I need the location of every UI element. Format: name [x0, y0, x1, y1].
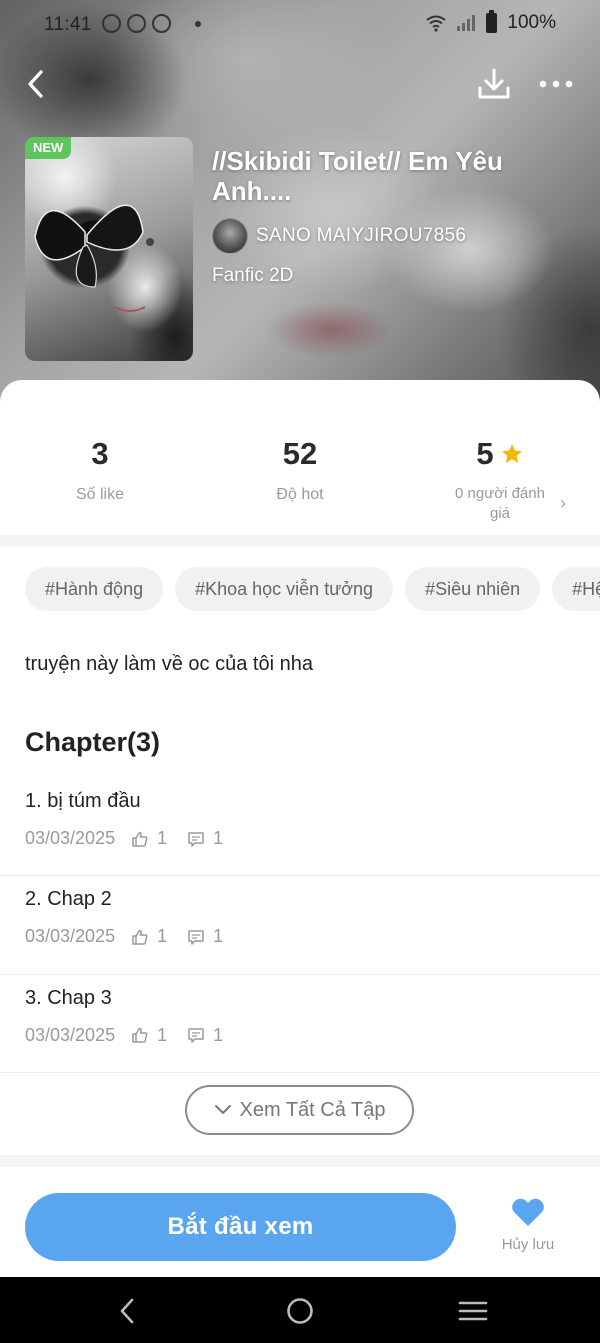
- chapter-like-count: 1: [157, 926, 168, 947]
- chevron-left-icon: [28, 70, 43, 98]
- book-title: //Skibidi Toilet// Em Yêu Anh....: [212, 146, 503, 206]
- signal-icon: [457, 15, 476, 31]
- tag-chip[interactable]: #Hệ thống: [552, 567, 600, 611]
- likes-label: Số like: [75, 486, 125, 503]
- unsave-label: Hủy lưu: [501, 1236, 555, 1253]
- messenger-chat-icon-2: [127, 14, 146, 33]
- star-icon: [501, 444, 522, 463]
- tag-chip[interactable]: #Siêu nhiên: [405, 567, 541, 611]
- chapter-comment-count: 1: [213, 926, 224, 947]
- new-badge: NEW: [25, 137, 72, 159]
- nav-home-icon: [287, 1298, 313, 1324]
- download-button[interactable]: [474, 64, 514, 104]
- download-icon: [478, 68, 510, 99]
- book-genre: Fanfic 2D: [212, 265, 294, 286]
- thumbs-up-icon: [132, 1027, 148, 1043]
- chapter-date: 03/03/2025: [25, 1024, 116, 1045]
- chevron-down-icon: [214, 1105, 231, 1114]
- system-navigation-bar: [0, 1277, 600, 1343]
- tag-chip[interactable]: #Hành động: [25, 567, 164, 611]
- nav-back-button[interactable]: [107, 1291, 147, 1331]
- chapter-comment-count: 1: [213, 828, 224, 848]
- chapter-comment-count: 1: [213, 1024, 224, 1045]
- chapter-title: 2. Chap 2: [25, 888, 112, 911]
- tag-list: #Hành động #Khoa học viễn tưởng #Siêu nh…: [25, 567, 600, 611]
- rating-count-label: 0 người đánh giá: [455, 485, 545, 522]
- comment-icon: [188, 1028, 204, 1043]
- thumbs-up-icon: [132, 831, 148, 847]
- wifi-icon: [426, 15, 447, 32]
- rating-value: 5: [476, 436, 494, 471]
- chapter-date: 03/03/2025: [25, 828, 116, 848]
- unsave-button[interactable]: Hủy lưu: [484, 1197, 572, 1261]
- bottom-action-bar: Bắt đầu xem Hủy lưu: [0, 1177, 600, 1277]
- status-right: 100%: [426, 10, 556, 34]
- top-toolbar: [0, 58, 600, 110]
- stat-hot: 52 Độ hot: [200, 436, 400, 504]
- chapter-meta: 03/03/2025 1 1: [25, 1025, 223, 1046]
- see-all-label: Xem Tất Cả Tập: [239, 1098, 386, 1121]
- comment-icon: [188, 831, 204, 847]
- stat-likes: 3 Số like: [0, 436, 200, 504]
- author-avatar: [212, 218, 248, 254]
- stats-row: 3 Số like 52 Độ hot 5 0 người đánh giá ›: [0, 380, 600, 535]
- chapter-list: 1. bị túm đầu 03/03/2025 1 1 2. Chap 2 0…: [0, 778, 600, 1073]
- detail-card: 3 Số like 52 Độ hot 5 0 người đánh giá ›…: [0, 380, 600, 1343]
- more-horizontal-icon: [539, 80, 573, 88]
- author-link[interactable]: SANO MAIYJIROU7856: [212, 218, 466, 254]
- more-notifications-dot-icon: [195, 20, 201, 27]
- comment-icon: [188, 930, 204, 945]
- heart-icon: [512, 1198, 544, 1226]
- rating-value-row: 5: [476, 436, 523, 472]
- nav-home-button[interactable]: [280, 1291, 320, 1331]
- hot-label: Độ hot: [276, 486, 324, 503]
- status-time: 11:41: [44, 14, 92, 35]
- start-reading-button[interactable]: Bắt đầu xem: [25, 1193, 456, 1261]
- chevron-right-icon: ›: [560, 493, 566, 513]
- book-cover-image[interactable]: [25, 137, 193, 361]
- chapters-heading: Chapter(3): [25, 727, 161, 757]
- butterfly-illustration: [34, 204, 154, 312]
- notification-icons: [102, 14, 201, 33]
- nav-back-icon: [120, 1298, 134, 1324]
- battery-icon: [486, 10, 498, 33]
- tag-chip[interactable]: #Khoa học viễn tưởng: [175, 567, 394, 611]
- chapter-item[interactable]: 2. Chap 2 03/03/2025 1 1: [0, 876, 600, 975]
- section-divider: [0, 1155, 600, 1167]
- chapter-item[interactable]: 3. Chap 3 03/03/2025 1 1: [0, 975, 600, 1073]
- status-bar: 11:41 100%: [0, 0, 600, 52]
- section-divider: [0, 535, 600, 547]
- back-button[interactable]: [18, 64, 54, 104]
- messenger-icon: [152, 14, 171, 33]
- messenger-chat-icon: [102, 14, 121, 33]
- chapter-meta: 03/03/2025 1 1: [25, 926, 223, 947]
- thumbs-up-icon: [132, 929, 148, 945]
- chapter-meta: 03/03/2025 1 1: [25, 828, 223, 849]
- stat-rating[interactable]: 5 0 người đánh giá: [400, 436, 600, 524]
- likes-count: 3: [91, 436, 109, 471]
- more-options-button[interactable]: [536, 64, 576, 104]
- nav-recents-icon: [458, 1301, 488, 1321]
- book-description: truyện này làm về oc của tôi nha: [25, 653, 313, 675]
- chapter-like-count: 1: [157, 1024, 168, 1045]
- author-name: SANO MAIYJIROU7856: [256, 225, 467, 246]
- see-all-chapters-button[interactable]: Xem Tất Cả Tập: [185, 1085, 414, 1135]
- chapter-item[interactable]: 1. bị túm đầu 03/03/2025 1 1: [0, 778, 600, 877]
- hot-count: 52: [282, 436, 318, 471]
- nav-recents-button[interactable]: [453, 1291, 493, 1331]
- chapter-title: 1. bị túm đầu: [25, 790, 141, 812]
- chapter-date: 03/03/2025: [25, 926, 116, 947]
- chapter-like-count: 1: [157, 828, 168, 848]
- chapter-title: 3. Chap 3: [25, 986, 112, 1009]
- battery-percent: 100%: [507, 12, 556, 33]
